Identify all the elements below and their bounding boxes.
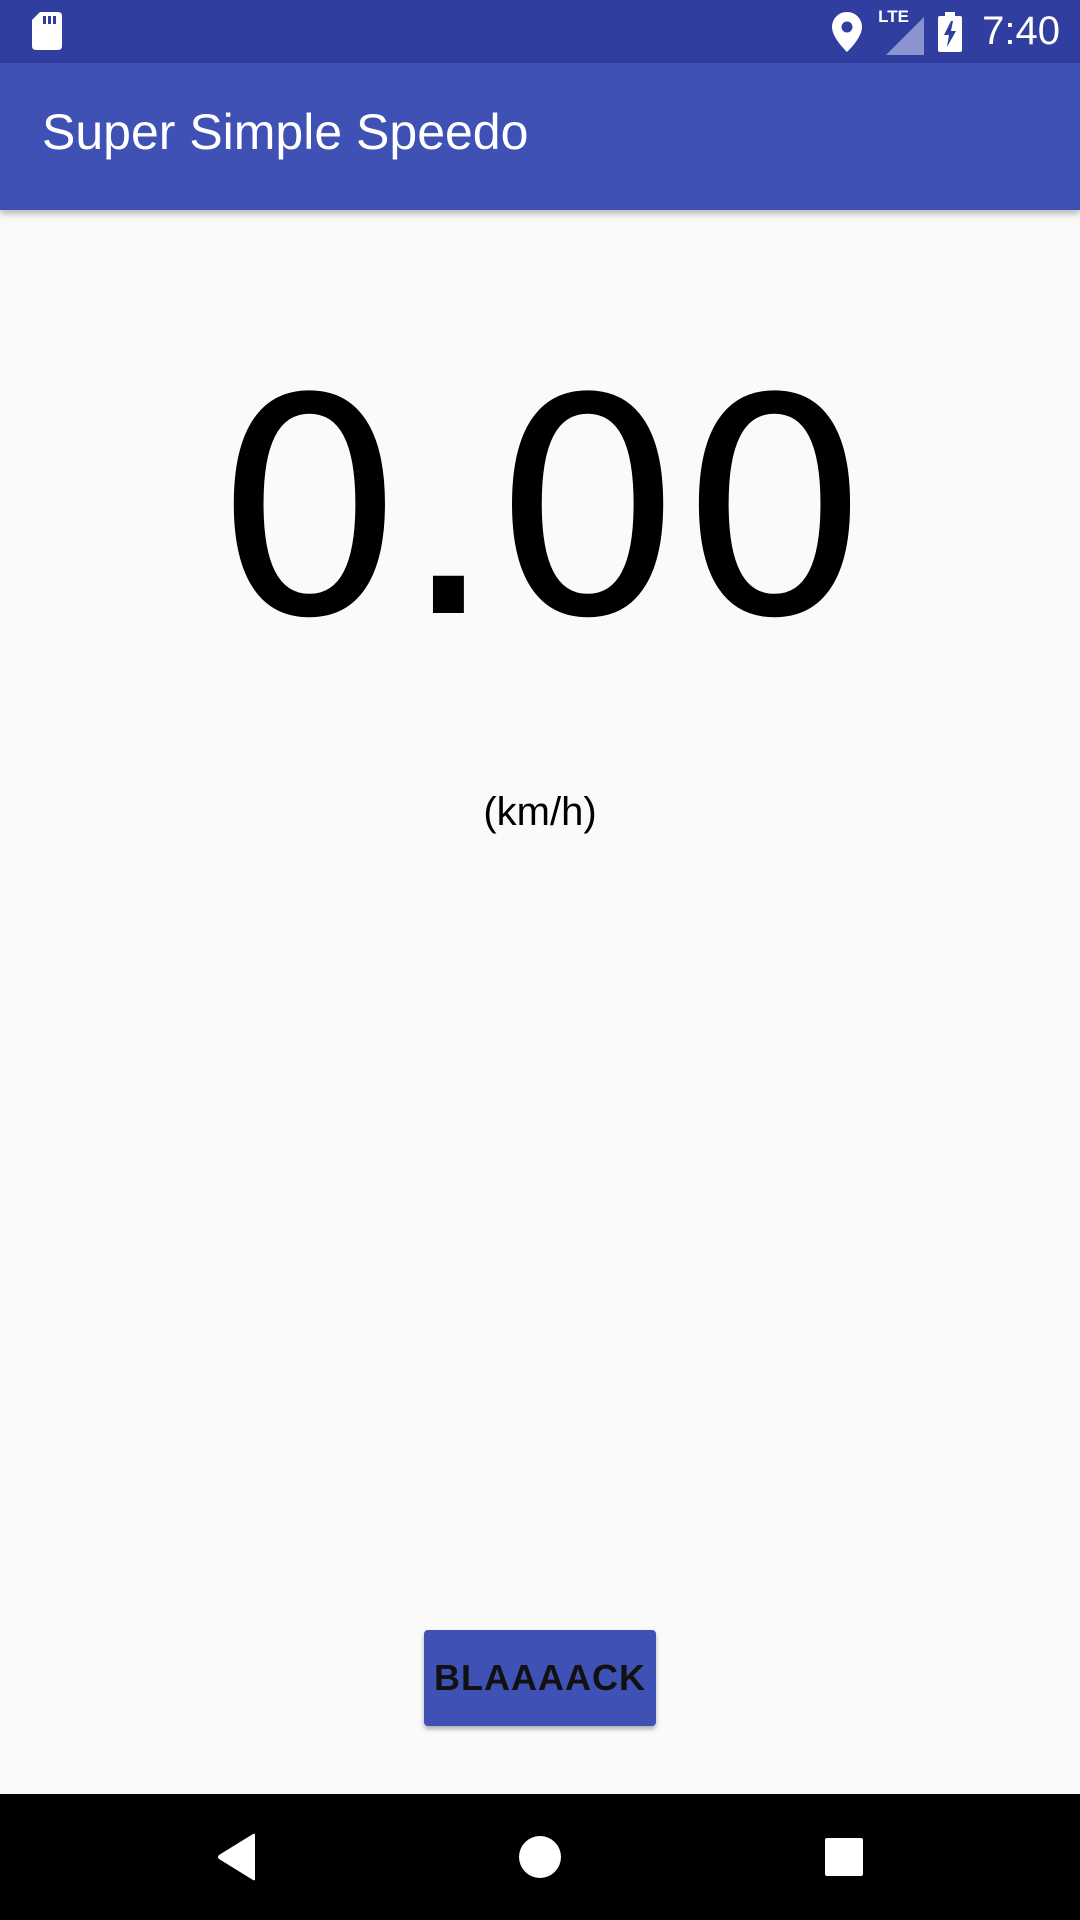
home-icon [519,1836,561,1878]
location-pin-icon [832,11,863,52]
nav-bar [0,1794,1080,1920]
battery-charging-icon [938,11,963,52]
status-bar: LTE 7:40 [0,0,1080,63]
back-button[interactable] [202,1822,272,1892]
status-time: 7:40 [982,9,1060,53]
speed-unit-label: (km/h) [483,790,597,834]
app-bar: Super Simple Speedo [0,63,1080,210]
screen: LTE 7:40 Super Simple Speedo 0.00 (km/h)… [0,0,1080,1920]
status-icons: LTE 7:40 [832,0,1060,63]
recents-button[interactable] [809,1822,879,1892]
back-icon [218,1833,255,1881]
speed-value: 0.00 [214,335,870,684]
blaaaack-button[interactable]: BLAAAACK [424,1630,656,1726]
cell-signal-icon: LTE [876,7,925,55]
sd-card-icon [32,12,62,50]
home-button[interactable] [505,1822,575,1892]
app-title: Super Simple Speedo [42,104,529,160]
recents-icon [825,1838,863,1876]
